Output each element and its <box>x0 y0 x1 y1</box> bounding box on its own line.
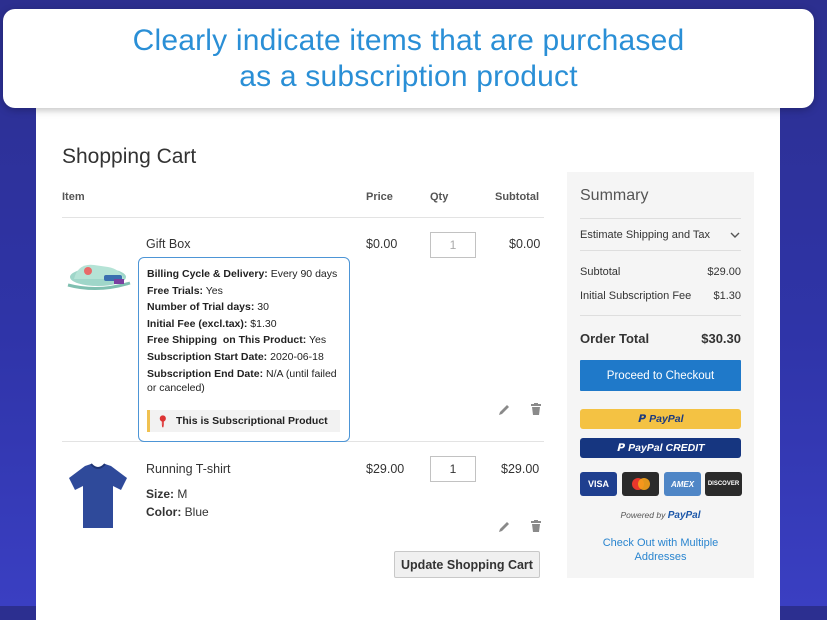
column-header-price: Price <box>366 191 393 203</box>
update-shopping-cart-button[interactable]: Update Shopping Cart <box>394 551 540 578</box>
tooltip-trial-days: Number of Trial days: 30 <box>147 301 269 314</box>
quantity-input[interactable]: 1 <box>430 456 476 482</box>
edit-icon[interactable] <box>497 403 511 417</box>
initial-fee-label: Initial Subscription Fee <box>580 290 692 302</box>
order-total-label: Order Total <box>580 331 650 346</box>
headline-banner: Clearly indicate items that are purchase… <box>3 9 814 108</box>
item-subtotal: $0.00 <box>509 237 541 251</box>
mastercard-icon <box>622 472 659 496</box>
divider <box>580 250 741 251</box>
trash-icon[interactable] <box>529 402 543 416</box>
subtotal-value: $29.00 <box>707 266 741 278</box>
gift-box-image[interactable] <box>64 253 134 295</box>
initial-fee-value: $1.30 <box>713 290 741 302</box>
product-name-gift-box[interactable]: Gift Box <box>146 237 190 251</box>
column-header-subtotal: Subtotal <box>495 191 539 203</box>
item-price: $0.00 <box>366 237 398 251</box>
checkout-multiple-addresses-link[interactable]: Check Out with Multiple Addresses <box>567 536 754 564</box>
page-title: Shopping Cart <box>62 145 197 168</box>
option-size: Size: M <box>146 487 188 501</box>
option-color: Color: Blue <box>146 505 209 519</box>
trash-icon[interactable] <box>529 519 543 533</box>
tooltip-initial-fee: Initial Fee (excl.tax): $1.30 <box>147 317 277 330</box>
product-name-running-tshirt[interactable]: Running T-shirt <box>146 462 231 476</box>
subscription-details-tooltip: Billing Cycle & Delivery: Every 90 days … <box>138 257 350 442</box>
paypal-button[interactable]: 𝗣 PayPal <box>580 409 741 429</box>
chevron-down-icon <box>730 232 740 238</box>
amex-card-icon: AMEX <box>664 472 701 496</box>
divider <box>62 217 544 218</box>
subtotal-label: Subtotal <box>580 266 621 278</box>
badge-label: This is Subscriptional Product <box>175 415 328 427</box>
paypal-icon: 𝗣 <box>637 413 646 425</box>
pin-icon: 📍︎ <box>156 415 170 428</box>
paypal-credit-label: PayPal CREDIT <box>628 442 705 454</box>
paypal-label: PayPal <box>649 413 684 425</box>
estimate-shipping-label: Estimate Shipping and Tax <box>580 229 711 241</box>
paypal-icon: 𝗣 <box>616 442 625 454</box>
tooltip-billing-cycle: Billing Cycle & Delivery: Every 90 days <box>147 268 338 280</box>
divider <box>580 315 741 316</box>
tshirt-image[interactable] <box>67 462 129 532</box>
edit-icon[interactable] <box>497 520 511 534</box>
divider <box>580 218 741 219</box>
column-header-qty: Qty <box>430 191 449 203</box>
mastercard-circles <box>631 478 650 490</box>
banner-line-2: as a subscription product <box>239 59 578 93</box>
paypal-credit-button[interactable]: 𝗣 PayPal CREDIT <box>580 438 741 458</box>
order-total-value: $30.30 <box>701 331 741 346</box>
item-price: $29.00 <box>366 462 405 476</box>
item-subtotal: $29.00 <box>501 462 540 476</box>
column-header-item: Item <box>62 191 85 203</box>
proceed-to-checkout-button[interactable]: Proceed to Checkout <box>580 360 741 391</box>
tooltip-end-date: Subscription End Date: N/A (until failed… <box>147 367 337 394</box>
tooltip-free-trials: Free Trials: Yes <box>147 284 223 297</box>
powered-by-paypal: Powered by PayPal <box>620 510 701 521</box>
summary-title: Summary <box>580 187 649 204</box>
discover-card-icon: DISCOVER <box>705 472 742 496</box>
banner-line-1: Clearly indicate items that are purchase… <box>132 23 685 57</box>
subscription-product-badge: 📍︎ This is Subscriptional Product <box>147 410 340 432</box>
tooltip-start-date: Subscription Start Date: 2020-06-18 <box>147 350 324 363</box>
quantity-input[interactable]: 1 <box>430 232 476 258</box>
order-summary-panel: Summary Estimate Shipping and Tax Subtot… <box>567 172 754 578</box>
tooltip-free-shipping: Free Shipping on This Product: Yes <box>147 334 327 347</box>
visa-card-icon: VISA <box>580 472 617 496</box>
